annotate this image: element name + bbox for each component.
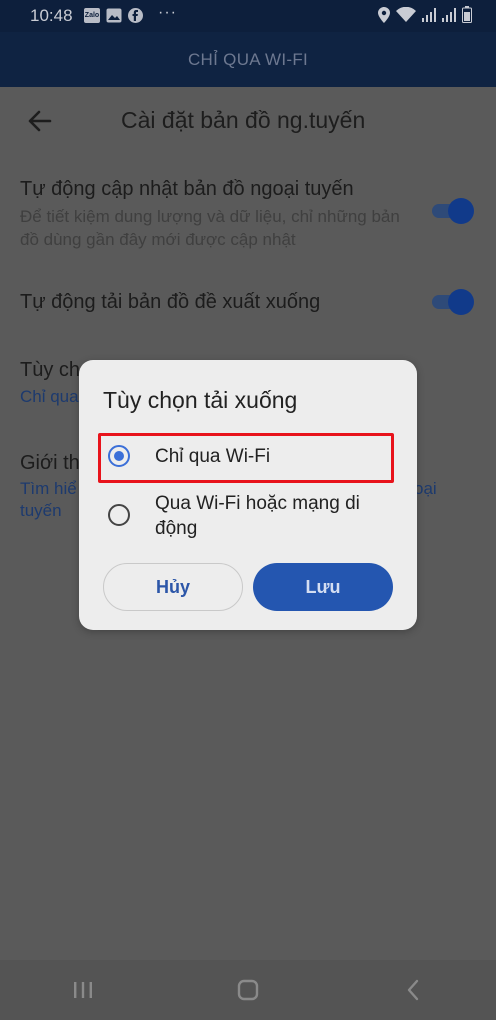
- limit-title: Giới th: [20, 452, 80, 474]
- radio-selected-icon[interactable]: [108, 445, 130, 467]
- auto-download-toggle[interactable]: [432, 289, 474, 315]
- option-wifi-only-label: Chỉ qua Wi-Fi: [155, 446, 271, 467]
- auto-update-title: Tự động cập nhật bản đồ ngoại tuyến: [20, 178, 354, 200]
- signal-icon: [422, 7, 436, 22]
- dialog-title: Tùy chọn tải xuống: [103, 387, 298, 413]
- location-icon: [378, 6, 390, 23]
- signal-icon: [442, 7, 456, 22]
- recent-apps-icon: [73, 982, 92, 998]
- home-button[interactable]: [228, 970, 268, 1010]
- download-pref-value: Chỉ qua: [20, 387, 79, 406]
- back-nav-icon: [408, 979, 419, 1001]
- wifi-only-banner: CHỈ QUA WI-FI: [0, 32, 496, 87]
- limit-link-line2[interactable]: tuyến: [20, 501, 62, 521]
- facebook-icon: [128, 8, 143, 28]
- toggle-knob: [448, 198, 474, 224]
- auto-download-title: Tự động tải bản đồ đề xuất xuống: [20, 291, 321, 313]
- save-button[interactable]: Lưu: [253, 563, 393, 611]
- status-time: 10:48: [30, 6, 73, 25]
- system-nav-bar: [0, 960, 496, 1020]
- limit-link-right[interactable]: oại: [414, 479, 437, 499]
- limit-link-left[interactable]: Tìm hiể: [20, 479, 77, 499]
- back-button[interactable]: [393, 970, 433, 1010]
- auto-update-desc: Để tiết kiệm dung lượng và dữ liệu, chỉ …: [20, 207, 400, 249]
- download-pref-title: Tùy ch: [20, 359, 81, 381]
- back-arrow-icon[interactable]: [24, 105, 56, 137]
- app-header: Cài đặt bản đồ ng.tuyến: [0, 87, 496, 155]
- status-bar: 10:48 Zalo ···: [0, 0, 496, 32]
- download-options-dialog: Tùy chọn tải xuống Chỉ qua Wi-Fi Qua Wi-…: [79, 360, 417, 630]
- zalo-icon: Zalo: [84, 8, 100, 23]
- wifi-icon: [396, 6, 416, 22]
- option-wifi-or-mobile[interactable]: Qua Wi-Fi hoặc mạng di động: [99, 491, 395, 545]
- more-notifications-icon: ···: [158, 4, 177, 21]
- toggle-knob: [448, 289, 474, 315]
- auto-update-toggle[interactable]: [432, 198, 474, 224]
- radio-unselected-icon[interactable]: [108, 504, 130, 526]
- battery-icon: [462, 6, 472, 23]
- option-wifi-only[interactable]: Chỉ qua Wi-Fi: [99, 444, 395, 474]
- cancel-button[interactable]: Hủy: [103, 563, 243, 611]
- option-wifi-or-mobile-label: Qua Wi-Fi hoặc mạng di động: [155, 493, 360, 539]
- home-icon: [237, 979, 259, 1001]
- recent-apps-button[interactable]: [63, 970, 103, 1010]
- page-title: Cài đặt bản đồ ng.tuyến: [121, 107, 366, 133]
- image-icon: [106, 8, 122, 28]
